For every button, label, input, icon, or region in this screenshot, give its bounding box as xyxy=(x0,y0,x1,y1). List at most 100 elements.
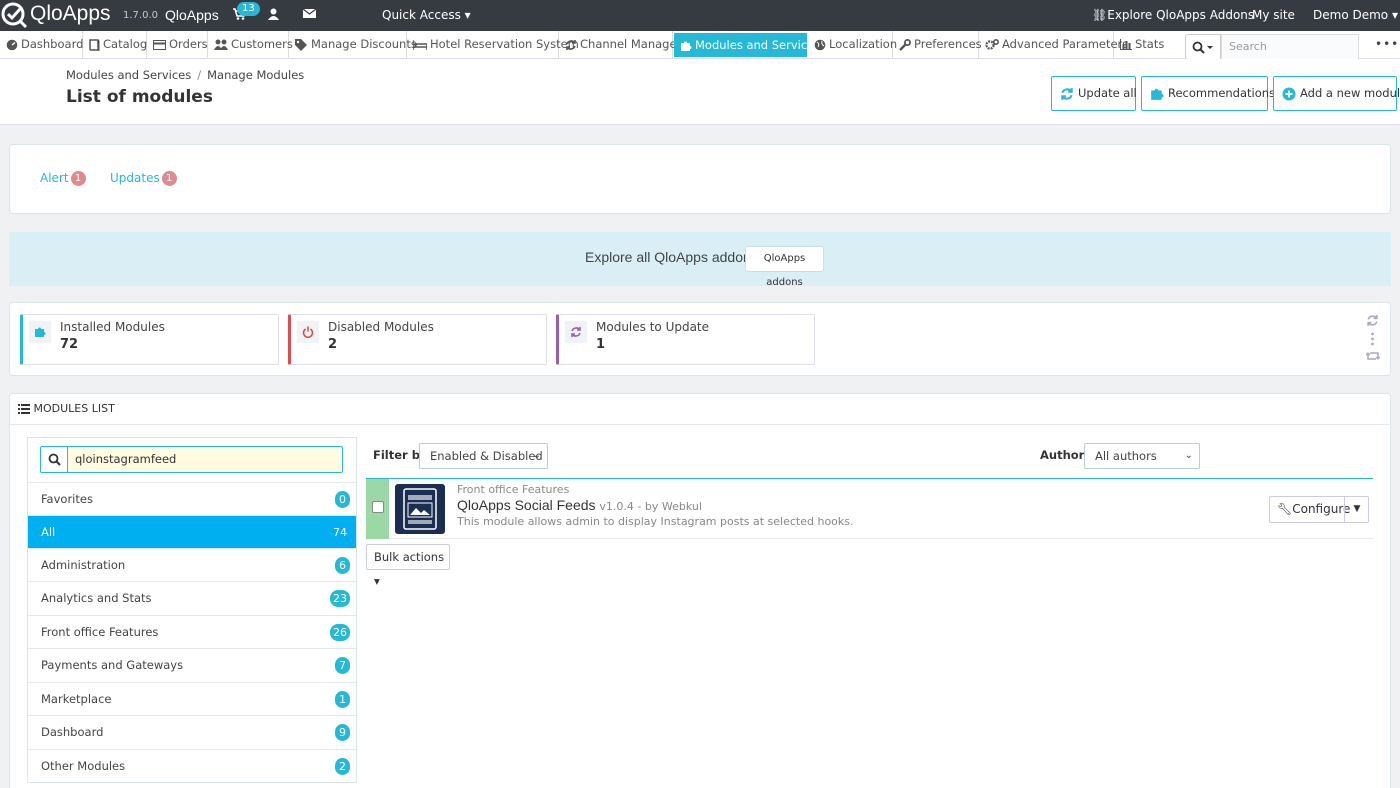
retweet-icon[interactable] xyxy=(1366,350,1380,362)
module-description: This module allows admin to display Inst… xyxy=(457,515,854,528)
nav-label: Dashboard xyxy=(21,37,84,51)
category-favorites[interactable]: Favorites 0 xyxy=(28,482,356,515)
plus-circle-icon xyxy=(1282,87,1296,100)
nav-item-customers[interactable]: Customers xyxy=(208,31,293,58)
module-select-checkbox[interactable] xyxy=(372,501,384,513)
cart-count-badge: 13 xyxy=(237,2,260,16)
tab-updates[interactable]: Updates 1 xyxy=(110,171,177,186)
update-all-label: Update all xyxy=(1078,86,1137,100)
module-search-field[interactable]: qloinstagramfeed xyxy=(40,446,343,473)
explore-addons-link[interactable]: ⛓Explore QloApps Addons xyxy=(1092,8,1254,22)
bed-icon xyxy=(413,39,427,50)
nav-label: Customers xyxy=(231,37,293,51)
shop-name[interactable]: QloApps xyxy=(165,7,219,23)
nav-item-hotel-reservation[interactable]: Hotel Reservation System xyxy=(407,31,579,58)
nav-label: Manage Discounts xyxy=(311,37,417,51)
power-icon xyxy=(297,321,319,343)
nav-item-orders[interactable]: Orders xyxy=(147,31,208,58)
user-icon[interactable] xyxy=(268,8,279,23)
dashboard-icon xyxy=(6,39,18,50)
category-label: Payments and Gateways xyxy=(41,658,184,672)
nav-item-dashboard[interactable]: Dashboard xyxy=(0,31,83,58)
users-icon xyxy=(214,39,228,50)
nav-item-manage-discounts[interactable]: Manage Discounts xyxy=(289,31,417,58)
category-label: Marketplace xyxy=(41,692,112,706)
category-administration[interactable]: Administration 6 xyxy=(28,548,356,581)
add-new-module-button[interactable]: Add a new module xyxy=(1273,76,1400,111)
tab-alert[interactable]: Alert 1 xyxy=(40,171,86,186)
bulk-actions-label: Bulk actions xyxy=(374,550,445,564)
brand-name[interactable]: QloApps xyxy=(30,2,111,26)
nav-label: Modules and Services xyxy=(695,38,821,52)
category-other-modules[interactable]: Other Modules 2 xyxy=(28,749,356,782)
envelope-icon[interactable] xyxy=(302,8,317,22)
module-name-text: QloApps Social Feeds xyxy=(457,497,596,513)
user-menu[interactable]: Demo Demo ▾ xyxy=(1313,8,1398,22)
vertical-dots-icon[interactable] xyxy=(1370,332,1375,346)
status-filter-select[interactable]: Enabled & Disabled ⌄ xyxy=(419,443,548,469)
category-count: 74 xyxy=(333,526,347,539)
refresh-icon xyxy=(566,39,576,50)
configure-button-group: 🔧︎Configure ▼ xyxy=(1269,496,1369,523)
breadcrumb-current[interactable]: Manage Modules xyxy=(207,68,304,82)
module-name: QloApps Social Feeds v1.0.4 - by Webkul xyxy=(457,497,702,513)
wrench-icon xyxy=(899,38,911,51)
configure-label: Configure xyxy=(1292,502,1351,516)
puzzle-icon xyxy=(29,321,51,343)
quick-access-dropdown[interactable]: Quick Access ▾ xyxy=(382,8,471,22)
search-type-button[interactable] xyxy=(1185,34,1221,60)
category-marketplace[interactable]: Marketplace 1 xyxy=(28,682,356,715)
chevron-down-icon: ⌄ xyxy=(1184,450,1193,461)
explore-addons-label: Explore QloApps Addons xyxy=(1107,8,1255,22)
qloapps-addons-button[interactable]: QloApps addons xyxy=(745,246,824,288)
tab-alert-label: Alert xyxy=(40,171,69,185)
globe-icon xyxy=(814,39,826,50)
authors-filter-select[interactable]: All authors ⌄ xyxy=(1084,443,1200,469)
configure-button[interactable]: 🔧︎Configure xyxy=(1277,497,1350,522)
module-version: v1.0.4 - by Webkul xyxy=(599,500,702,513)
update-all-button[interactable]: Update all xyxy=(1051,76,1137,111)
header-search-input[interactable]: Search xyxy=(1221,34,1359,60)
category-count: 0 xyxy=(335,491,350,508)
category-payments[interactable]: Payments and Gateways 7 xyxy=(28,648,356,681)
category-analytics-stats[interactable]: Analytics and Stats 23 xyxy=(28,581,356,614)
category-label: Dashboard xyxy=(41,725,104,739)
search-icon xyxy=(41,447,68,472)
bulk-actions-button[interactable]: Bulk actions ▾ xyxy=(366,544,450,588)
kpi-value: 2 xyxy=(328,337,338,352)
category-front-office[interactable]: Front office Features 26 xyxy=(28,615,356,648)
breadcrumb-parent[interactable]: Modules and Services xyxy=(66,68,191,82)
nav-label: Orders xyxy=(169,37,208,51)
recommendations-button[interactable]: Recommendations xyxy=(1141,76,1275,111)
kpi-value: 72 xyxy=(60,337,79,352)
category-dashboard[interactable]: Dashboard 9 xyxy=(28,715,356,748)
configure-dropdown-toggle[interactable]: ▼ xyxy=(1344,497,1369,522)
authors-filter-value: All authors xyxy=(1095,449,1157,463)
nav-label: Advanced Parameters xyxy=(1002,37,1129,51)
nav-item-localization[interactable]: Localization xyxy=(808,31,897,58)
nav-label: Preferences xyxy=(914,37,982,51)
nav-item-stats[interactable]: Stats xyxy=(1114,31,1170,58)
nav-item-preferences[interactable]: Preferences xyxy=(893,31,982,58)
puzzle-icon xyxy=(681,41,692,51)
nav-label: Stats xyxy=(1135,37,1165,51)
category-all[interactable]: All 74 xyxy=(28,515,356,548)
quick-access-label: Quick Access xyxy=(382,8,461,22)
credit-card-icon xyxy=(153,39,166,50)
refresh-kpi-icon[interactable] xyxy=(1366,314,1379,327)
category-count: 2 xyxy=(335,758,350,775)
nav-item-advanced-parameters[interactable]: Advanced Parameters xyxy=(979,31,1128,58)
tab-updates-label: Updates xyxy=(110,171,160,185)
tags-icon xyxy=(295,38,307,51)
user-name: Demo Demo xyxy=(1313,8,1389,22)
more-options-icon[interactable]: ••• xyxy=(1375,37,1399,51)
my-site-link[interactable]: My site xyxy=(1252,8,1295,22)
caret-down-icon: ▾ xyxy=(1391,8,1398,22)
kpi-modules-to-update: Modules to Update 1 xyxy=(556,314,815,365)
nav-item-channel-manager[interactable]: Channel Manager xyxy=(559,31,681,58)
kpi-label: Disabled Modules xyxy=(328,320,434,334)
nav-item-modules-services[interactable]: Modules and Services xyxy=(674,33,820,57)
top-header: QloApps 1.7.0.0 QloApps 13 Quick Access … xyxy=(0,0,1400,31)
nav-item-catalog[interactable]: Catalog xyxy=(83,31,147,58)
qloapps-logo-icon[interactable] xyxy=(0,1,28,32)
